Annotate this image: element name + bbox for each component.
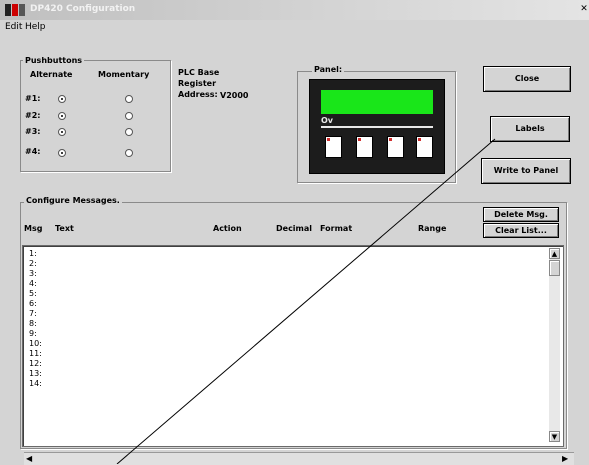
callout-line [116, 138, 496, 464]
